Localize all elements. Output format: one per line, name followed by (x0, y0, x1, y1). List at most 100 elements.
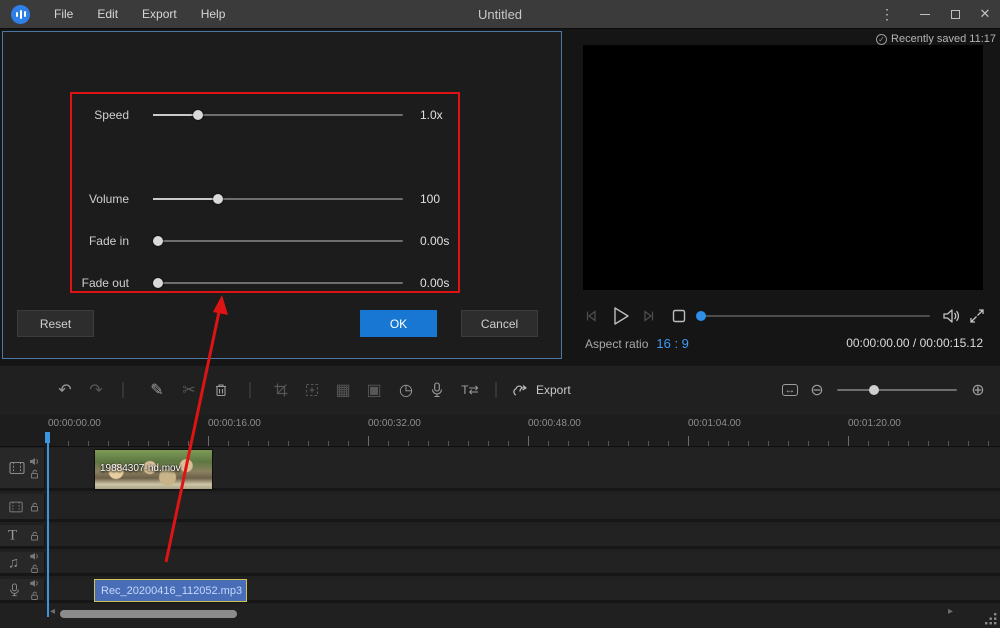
voiceover-track-icon (8, 583, 21, 597)
horizontal-scrollbar[interactable] (60, 610, 237, 618)
timeline-zoom-slider[interactable] (837, 389, 957, 391)
freeze-frame-icon[interactable]: ▣ (366, 380, 381, 400)
zoom-in-icon[interactable]: ⊕ (971, 380, 984, 400)
fade-out-slider[interactable] (153, 282, 403, 284)
play-icon[interactable] (609, 305, 631, 327)
transport-controls (583, 303, 696, 329)
previous-frame-icon[interactable] (583, 308, 599, 324)
transform-icon[interactable] (305, 383, 320, 398)
track-lock-icon[interactable] (30, 531, 39, 541)
text-to-speech-icon[interactable]: T⇄ (461, 383, 478, 397)
fade-out-slider-row: Fade out 0.00s (3, 275, 561, 291)
crop-icon[interactable] (274, 383, 289, 398)
overlay-track-header[interactable] (0, 494, 45, 522)
fade-out-label: Fade out (33, 276, 129, 290)
titlebar: File Edit Export Help Untitled ⋮ ✕ (0, 0, 1000, 29)
preview-volume-icon[interactable] (941, 306, 961, 326)
track-lock-icon[interactable] (30, 469, 39, 479)
volume-label: Volume (33, 192, 129, 206)
ruler-label: 00:01:20.00 (848, 418, 901, 429)
fade-out-value: 0.00s (420, 276, 449, 290)
video-track-lane[interactable]: 19884307-hd.mov (46, 448, 1000, 491)
export-button[interactable]: Export (512, 382, 571, 398)
next-frame-icon[interactable] (641, 308, 657, 324)
aspect-ratio-row: Aspect ratio 16 : 9 (585, 336, 689, 351)
fade-in-slider[interactable] (153, 240, 403, 242)
fit-timeline-icon[interactable]: ↔ (782, 384, 798, 396)
resize-grip[interactable] (984, 612, 998, 626)
undo-icon[interactable]: ↶ (58, 380, 71, 400)
text-track-icon: T (8, 527, 17, 544)
app-window: File Edit Export Help Untitled ⋮ ✕ Speed… (0, 0, 1000, 628)
video-clip-label: 19884307-hd.mov (100, 463, 181, 474)
clip-settings-dialog: Speed 1.0x Volume 100 Fade in 0.00s (2, 31, 562, 359)
volume-slider-row: Volume 100 (3, 191, 561, 207)
fade-out-slider-handle[interactable] (153, 278, 163, 288)
speed-label: Speed (33, 108, 129, 122)
voiceover-track-header[interactable] (0, 579, 45, 603)
fullscreen-icon[interactable] (968, 307, 986, 325)
video-track-header[interactable] (0, 448, 45, 491)
audio-clip[interactable]: Rec_20200416_112052.mp3 (94, 579, 247, 602)
export-icon (512, 382, 529, 398)
volume-slider[interactable] (153, 198, 403, 200)
timeline-panel: ↶ ↷ ✎ ✂ ▦ ▣ ◷ T⇄ Expo (0, 366, 1000, 628)
track-lock-icon[interactable] (30, 591, 39, 600)
music-track-header[interactable]: ♫ (0, 552, 45, 576)
track-mute-icon[interactable] (29, 552, 39, 561)
zoom-out-icon[interactable]: ⊖ (810, 380, 823, 400)
track-lock-icon[interactable] (30, 564, 39, 573)
split-icon[interactable]: ✂ (182, 380, 195, 400)
fade-in-label: Fade in (33, 234, 129, 248)
track-lock-icon[interactable] (30, 502, 39, 512)
fade-in-value: 0.00s (420, 234, 449, 248)
music-track-lane[interactable] (46, 552, 1000, 576)
volume-value: 100 (420, 192, 440, 206)
voiceover-track-lane[interactable]: Rec_20200416_112052.mp3 (46, 579, 1000, 603)
track-mute-icon[interactable] (29, 579, 39, 588)
speed-value: 1.0x (420, 108, 443, 122)
music-track-icon: ♫ (8, 554, 19, 571)
aspect-ratio-value[interactable]: 16 : 9 (656, 336, 689, 351)
seek-handle[interactable] (696, 311, 706, 321)
text-track-lane[interactable] (46, 525, 1000, 549)
speed-slider-row: Speed 1.0x (3, 107, 561, 123)
delete-icon[interactable] (213, 382, 229, 398)
mosaic-icon[interactable]: ▦ (335, 380, 350, 400)
cancel-button[interactable]: Cancel (461, 310, 538, 337)
fade-in-slider-row: Fade in 0.00s (3, 233, 561, 249)
volume-slider-handle[interactable] (213, 194, 223, 204)
saved-check-icon: ✓ (876, 34, 887, 45)
stop-icon[interactable] (672, 309, 686, 323)
playhead[interactable] (47, 433, 49, 617)
speed-slider-handle[interactable] (193, 110, 203, 120)
timeline-zoom-handle[interactable] (869, 385, 879, 395)
edit-icon[interactable]: ✎ (150, 380, 163, 400)
video-track-icon (8, 460, 26, 477)
timeline-toolbar: ↶ ↷ ✎ ✂ ▦ ▣ ◷ T⇄ Expo (0, 370, 1000, 410)
speed-slider[interactable] (153, 114, 403, 116)
aspect-ratio-label: Aspect ratio (585, 337, 648, 351)
save-status-text: Recently saved 11:17 (891, 33, 996, 45)
scroll-right-icon[interactable]: ▸ (948, 606, 953, 617)
fade-in-slider-handle[interactable] (153, 236, 163, 246)
seek-bar[interactable] (697, 315, 930, 317)
reset-button[interactable]: Reset (17, 310, 94, 337)
toolbar-divider (496, 382, 497, 398)
timecode: 00:00:00.00 / 00:00:15.12 (846, 336, 983, 350)
toolbar-divider (123, 382, 124, 398)
export-label: Export (536, 383, 571, 397)
scroll-left-icon[interactable]: ◂ (50, 606, 55, 617)
overlay-track-icon (8, 499, 24, 514)
overlay-track-lane[interactable] (46, 494, 1000, 522)
redo-icon[interactable]: ↷ (89, 380, 102, 400)
text-track-header[interactable]: T (0, 525, 45, 549)
ruler-label: 00:00:32.00 (368, 418, 421, 429)
track-mute-icon[interactable] (29, 457, 39, 466)
video-clip[interactable]: 19884307-hd.mov (94, 449, 213, 490)
ruler-label: 00:00:48.00 (528, 418, 581, 429)
ok-button[interactable]: OK (360, 310, 437, 337)
timeline-ruler[interactable]: 00:00:00.00 00:00:16.00 00:00:32.00 00:0… (0, 415, 1000, 447)
record-voiceover-icon[interactable] (430, 382, 445, 398)
duration-icon[interactable]: ◷ (399, 380, 413, 400)
